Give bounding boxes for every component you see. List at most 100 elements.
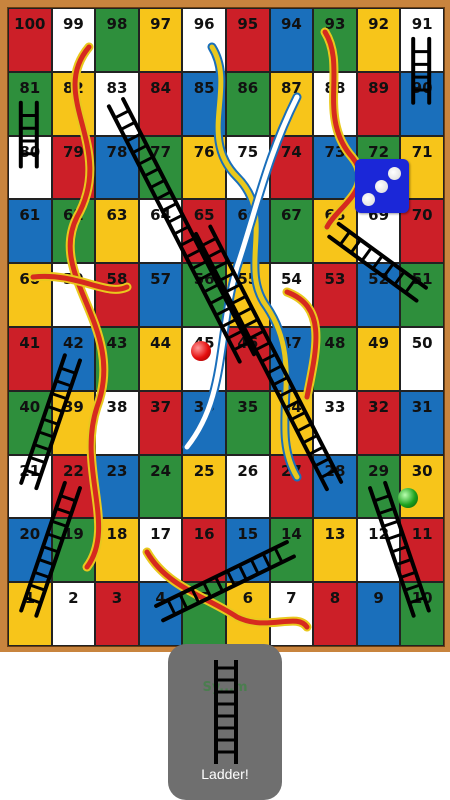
board-square-64: 64 [138,199,183,264]
board-square-91: 91 [400,8,444,72]
square-number: 13 [324,525,346,544]
square-number: 55 [237,270,259,289]
square-number: 12 [368,525,390,544]
square-number: 89 [368,78,390,97]
board-square-51: 51 [400,263,444,327]
square-number: 98 [106,15,128,33]
square-number: 74 [280,142,302,161]
board-square-58: 58 [95,263,139,327]
square-number: 31 [411,397,433,416]
square-number: 85 [193,78,215,97]
board-square-97: 97 [138,8,183,72]
square-number: 58 [106,270,128,289]
board-square-61: 61 [8,199,52,264]
square-number: 97 [150,15,172,33]
board-square-83: 83 [95,71,139,136]
square-number: 27 [280,461,302,480]
square-number: 80 [19,142,41,161]
square-number: 16 [193,525,215,544]
square-number: 5 [198,589,210,608]
board-square-84: 84 [138,71,183,136]
square-number: 17 [150,525,172,544]
board-square-52: 52 [356,263,401,327]
board-square-66: 66 [225,199,270,264]
board-square-92: 92 [356,8,401,72]
square-number: 46 [237,333,259,352]
board-square-48: 48 [313,326,357,391]
board-square-12: 12 [356,518,401,583]
square-number: 22 [62,461,84,480]
square-number: 9 [373,589,384,608]
board-square-81: 81 [8,71,52,136]
square-number: 1 [24,589,36,608]
board-square-33: 33 [313,390,357,455]
board-square-30: 30 [400,454,444,519]
square-number: 84 [150,78,172,97]
game-board[interactable]: 100 99 98 97 96 95 94 93 92 91 81 82 83 84 85 86 87 88 89 9… [7,7,445,647]
square-number: 67 [280,206,302,225]
board-square-22: 22 [51,454,96,519]
square-number: 72 [368,142,390,161]
board-square-79: 79 [51,135,96,200]
board-square-53: 53 [313,263,357,327]
board-square-56: 56 [182,263,226,327]
board-square-95: 95 [225,8,270,72]
board-square-24: 24 [138,454,183,519]
board-square-47: 47 [269,326,314,391]
square-number: 78 [106,142,128,161]
board-square-38: 38 [95,390,139,455]
board-square-65: 65 [182,199,226,264]
square-number: 91 [411,15,433,33]
board-square-94: 94 [269,8,314,72]
board-square-32: 32 [356,390,401,455]
board-square-1: 1 [8,582,52,646]
square-number: 60 [19,270,41,289]
square-number: 34 [280,397,302,416]
board-square-39: 39 [51,390,96,455]
dice[interactable] [355,159,409,213]
square-number: 90 [411,78,433,97]
board-square-41: 41 [8,326,52,391]
board-square-4: 4 [138,582,183,646]
ladder-popup-label: Ladder! [201,766,249,782]
board-square-27: 27 [269,454,314,519]
square-number: 36 [193,397,215,416]
square-number: 35 [237,397,259,416]
board-square-26: 26 [225,454,270,519]
board-square-49: 49 [356,326,401,391]
square-number: 71 [411,142,433,161]
square-number: 39 [62,397,84,416]
square-number: 29 [368,461,390,480]
board-square-10: 10 [400,582,444,646]
board-square-59: 59 [51,263,96,327]
square-number: 23 [106,461,128,480]
board-square-73: 73 [313,135,357,200]
square-number: 43 [106,333,128,352]
board-square-16: 16 [182,518,226,583]
board-square-46: 46 [225,326,270,391]
board-square-17: 17 [138,518,183,583]
square-number: 40 [19,397,41,416]
square-number: 37 [150,397,172,416]
square-number: 95 [237,15,259,33]
square-number: 7 [286,589,297,608]
square-number: 32 [368,397,390,416]
square-number: 59 [62,270,84,289]
square-number: 28 [324,461,346,480]
board-square-96: 96 [182,8,226,72]
square-number: 96 [193,15,215,33]
square-number: 44 [150,333,172,352]
board-square-85: 85 [182,71,226,136]
board-square-3: 3 [95,582,139,646]
ladder-popup: Sy...m Ladder! [168,644,282,800]
square-number: 61 [19,206,41,225]
board-square-74: 74 [269,135,314,200]
board-square-63: 63 [95,199,139,264]
board-square-5: 5 [182,582,226,646]
board-square-34: 34 [269,390,314,455]
square-number: 65 [193,206,215,225]
board-square-88: 88 [313,71,357,136]
board-square-75: 75 [225,135,270,200]
square-number: 68 [324,206,346,225]
square-number: 93 [324,15,346,33]
